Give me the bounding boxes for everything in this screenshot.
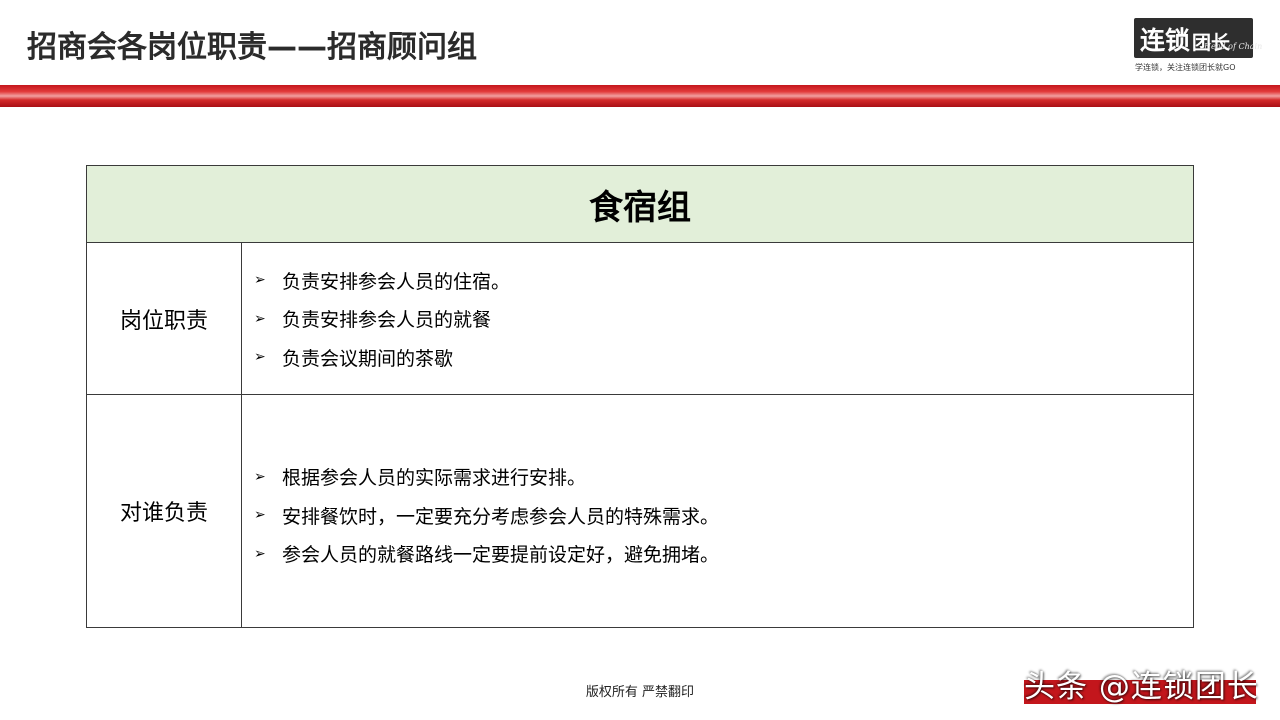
logo-main: 连锁 [1140,26,1191,55]
list-item: ➢ 负责安排参会人员的住宿。 [254,261,1193,300]
slide: 招商会各岗位职责——招商顾问组 连锁 团长 Head of Chain 学连锁，关… [0,0,1280,720]
arrow-bullet-icon: ➢ [254,272,266,288]
logo-slogan: 学连锁，关注连锁团长就GO [1135,63,1236,72]
arrow-bullet-icon: ➢ [254,310,266,327]
row-content-cell: ➢ 根据参会人员的实际需求进行安排。 ➢ 安排餐饮时，一定要充分考虑参会人员的特… [242,395,1193,627]
list-item-text: 参会人员的就餐路线一定要提前设定好，避免拥堵。 [282,544,720,566]
row-label: 对谁负责 [119,501,208,526]
logo-subtitle: Head of Chain [1204,42,1263,51]
watermark-text: 头条 @连锁团长 [1024,669,1259,705]
row-label-cell: 对谁负责 [87,395,242,627]
header-red-band [0,85,1280,107]
table-header: 食宿组 [87,166,1193,243]
logo-box: 连锁 团长 Head of Chain [1134,18,1262,58]
table-title: 食宿组 [589,187,691,228]
list-item: ➢ 负责会议期间的茶歇 [254,338,1193,377]
list-item-text: 负责会议期间的茶歇 [282,347,454,370]
list-item-text: 根据参会人员的实际需求进行安排。 [282,467,587,489]
list-item-text: 安排餐饮时，一定要充分考虑参会人员的特殊需求。 [282,505,720,528]
arrow-bullet-icon: ➢ [254,349,266,365]
row-label: 岗位职责 [119,308,208,334]
page-title: 招商会各岗位职责——招商顾问组 [27,30,477,65]
list-item: ➢ 负责安排参会人员的就餐 [254,299,1193,338]
table-row: 岗位职责 ➢ 负责安排参会人员的住宿。 ➢ 负责安排参会人员的就餐 ➢ 负责会议… [87,243,1193,395]
row-content-cell: ➢ 负责安排参会人员的住宿。 ➢ 负责安排参会人员的就餐 ➢ 负责会议期间的茶歇 [242,243,1193,394]
brand-logo: 连锁 团长 Head of Chain 学连锁，关注连锁团长就GO [1134,18,1262,74]
list-item: ➢ 参会人员的就餐路线一定要提前设定好，避免拥堵。 [254,534,1193,573]
list-item: ➢ 安排餐饮时，一定要充分考虑参会人员的特殊需求。 [254,496,1193,535]
arrow-bullet-icon: ➢ [254,468,266,485]
list-item: ➢ 根据参会人员的实际需求进行安排。 [254,457,1193,496]
duty-table: 食宿组 岗位职责 ➢ 负责安排参会人员的住宿。 ➢ 负责安排参会人员的就餐 ➢ … [86,165,1194,628]
list-item-text: 负责安排参会人员的就餐 [282,309,492,331]
list-item-text: 负责安排参会人员的住宿。 [282,270,511,293]
arrow-bullet-icon: ➢ [254,507,266,523]
row-label-cell: 岗位职责 [87,243,242,394]
table-row: 对谁负责 ➢ 根据参会人员的实际需求进行安排。 ➢ 安排餐饮时，一定要充分考虑参… [87,395,1193,627]
arrow-bullet-icon: ➢ [254,545,266,562]
logo-main-text: 连锁 团长 [1140,21,1230,57]
